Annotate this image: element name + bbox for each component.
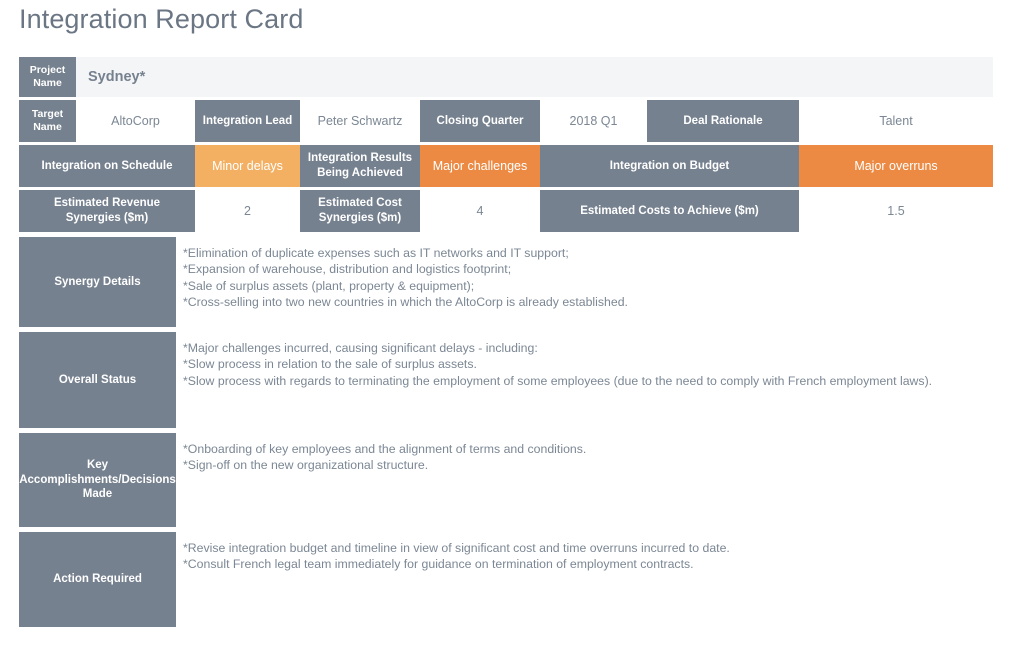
body-key-accomplishments: *Onboarding of key employees and the ali… — [176, 433, 993, 527]
label-closing-quarter: Closing Quarter — [420, 100, 540, 142]
table-row-target-details: Target Name AltoCorp Integration Lead Pe… — [19, 100, 993, 142]
label-estimated-cost-synergies: Estimated Cost Synergies ($m) — [300, 190, 420, 232]
value-closing-quarter: 2018 Q1 — [540, 100, 647, 142]
section-action-required: Action Required *Revise integration budg… — [19, 532, 993, 627]
section-key-accomplishments: Key Accomplishments/Decisions Made *Onbo… — [19, 433, 993, 527]
value-estimated-cost-synergies: 4 — [420, 190, 540, 232]
label-action-required: Action Required — [19, 532, 176, 627]
label-integration-results-being-achieved: Integration Results Being Achieved — [300, 145, 420, 187]
label-synergy-details: Synergy Details — [19, 237, 176, 327]
value-project-name: Sydney* — [76, 57, 993, 97]
body-synergy-details: *Elimination of duplicate expenses such … — [176, 237, 993, 327]
section-synergy-details: Synergy Details *Elimination of duplicat… — [19, 237, 993, 327]
status-badge-integration-on-budget: Major overruns — [799, 145, 993, 187]
value-estimated-revenue-synergies: 2 — [195, 190, 300, 232]
label-target-name: Target Name — [19, 100, 76, 142]
value-deal-rationale: Talent — [799, 100, 993, 142]
table-row-status: Integration on Schedule Minor delays Int… — [19, 145, 993, 187]
label-estimated-revenue-synergies: Estimated Revenue Synergies ($m) — [19, 190, 195, 232]
body-overall-status: *Major challenges incurred, causing sign… — [176, 332, 993, 428]
value-estimated-costs-to-achieve: 1.5 — [799, 190, 993, 232]
label-project-name: Project Name — [19, 57, 76, 97]
status-badge-integration-results: Major challenges — [420, 145, 540, 187]
integration-report-table: Project Name Sydney* Target Name AltoCor… — [19, 57, 993, 627]
table-row-synergies: Estimated Revenue Synergies ($m) 2 Estim… — [19, 190, 993, 232]
section-overall-status: Overall Status *Major challenges incurre… — [19, 332, 993, 428]
label-integration-on-budget: Integration on Budget — [540, 145, 799, 187]
value-target-name: AltoCorp — [76, 100, 195, 142]
body-action-required: *Revise integration budget and timeline … — [176, 532, 993, 627]
value-integration-lead: Peter Schwartz — [300, 100, 420, 142]
status-badge-integration-on-schedule: Minor delays — [195, 145, 300, 187]
page-title: Integration Report Card — [19, 4, 304, 34]
label-integration-lead: Integration Lead — [195, 100, 300, 142]
label-integration-on-schedule: Integration on Schedule — [19, 145, 195, 187]
label-key-accomplishments: Key Accomplishments/Decisions Made — [19, 433, 176, 527]
label-deal-rationale: Deal Rationale — [647, 100, 799, 142]
label-overall-status: Overall Status — [19, 332, 176, 428]
table-row-project-name: Project Name Sydney* — [19, 57, 993, 97]
label-estimated-costs-to-achieve: Estimated Costs to Achieve ($m) — [540, 190, 799, 232]
